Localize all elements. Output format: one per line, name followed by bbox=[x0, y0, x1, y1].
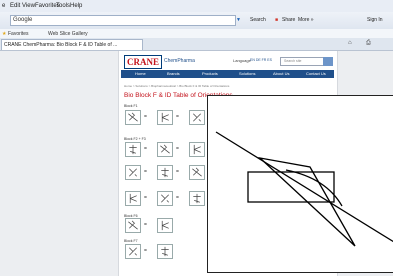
favorites-button[interactable]: Favorites bbox=[8, 31, 29, 37]
menu-edit[interactable]: Edit bbox=[10, 3, 20, 9]
nav-products[interactable]: Products bbox=[202, 71, 218, 76]
menu-help[interactable]: Help bbox=[70, 3, 82, 9]
search-icon[interactable]: ▼ bbox=[236, 17, 241, 23]
orientation-thumbnail[interactable] bbox=[125, 191, 141, 206]
print-icon[interactable]: ⎙ bbox=[366, 40, 371, 47]
equals-sign: = bbox=[176, 146, 179, 152]
crane-logo[interactable]: CRANE bbox=[124, 55, 162, 69]
share-icon[interactable]: ■ bbox=[275, 17, 278, 23]
share-button[interactable]: Share bbox=[282, 17, 295, 23]
orientation-thumbnail[interactable] bbox=[189, 110, 205, 125]
orientation-thumbnail[interactable] bbox=[125, 165, 141, 180]
more-button[interactable]: More » bbox=[298, 17, 314, 23]
nav-home[interactable]: Home bbox=[135, 71, 146, 76]
equals-sign: = bbox=[176, 114, 179, 120]
nav-about-us[interactable]: About Us bbox=[273, 71, 289, 76]
orientation-thumbnail[interactable] bbox=[189, 165, 205, 180]
site-search-placeholder: Search site bbox=[284, 59, 302, 63]
nav-brands[interactable]: Brands bbox=[167, 71, 180, 76]
equals-sign: = bbox=[144, 146, 147, 152]
menu-tools[interactable]: Tools bbox=[56, 3, 70, 9]
equals-sign: = bbox=[144, 169, 147, 175]
equals-sign: = bbox=[176, 169, 179, 175]
orientation-thumbnail[interactable] bbox=[125, 218, 141, 233]
menu-bar: e Edit View Favorites Tools Help bbox=[0, 0, 393, 12]
tab-bar: CRANE ChemPharma: Bio Block F & ID Table… bbox=[0, 38, 393, 51]
web-slice-gallery-link[interactable]: Web Slice Gallery bbox=[48, 31, 88, 37]
orientation-thumbnail[interactable] bbox=[157, 142, 173, 157]
orientation-thumbnail[interactable] bbox=[157, 244, 173, 259]
equals-sign: = bbox=[144, 248, 147, 254]
orientation-thumbnail[interactable] bbox=[157, 191, 173, 206]
home-icon[interactable]: ⌂ bbox=[348, 40, 352, 46]
orientation-thumbnail[interactable] bbox=[157, 165, 173, 180]
section-label: Block F2 + F3 bbox=[124, 137, 146, 141]
equals-sign: = bbox=[144, 222, 147, 228]
orientation-thumbnail[interactable] bbox=[125, 142, 141, 157]
site-search-input[interactable]: Search site bbox=[280, 57, 324, 66]
breadcrumb: Home > Solutions > Biopharmaceutical > B… bbox=[124, 84, 230, 88]
brand-name: ChemPharma bbox=[164, 58, 195, 64]
menu-view[interactable]: View bbox=[22, 3, 35, 9]
language-options[interactable]: EN DE FR ES bbox=[250, 58, 272, 62]
nav-contact-us[interactable]: Contact Us bbox=[306, 71, 326, 76]
menu-file[interactable]: e bbox=[2, 3, 5, 9]
equals-sign: = bbox=[176, 195, 179, 201]
section-label: Block F1 bbox=[124, 104, 138, 108]
address-bar: Google ▼ Search ■ Share More » Sign In bbox=[0, 12, 393, 30]
orientation-thumbnail[interactable] bbox=[157, 110, 173, 125]
equals-sign: = bbox=[144, 195, 147, 201]
google-label: Google bbox=[13, 17, 33, 23]
site-nav: Home Brands Products Solutions About Us … bbox=[121, 70, 334, 78]
search-button[interactable]: Search bbox=[250, 17, 266, 23]
section-label: Block F7 bbox=[124, 239, 138, 243]
sign-in-button[interactable]: Sign In bbox=[367, 17, 383, 23]
nav-solutions[interactable]: Solutions bbox=[239, 71, 255, 76]
orientation-thumbnail[interactable] bbox=[189, 191, 205, 206]
orientation-thumbnail[interactable] bbox=[125, 110, 141, 125]
image-preview-popup[interactable] bbox=[207, 95, 393, 273]
orientation-thumbnail[interactable] bbox=[189, 142, 205, 157]
orientation-thumbnail[interactable] bbox=[157, 218, 173, 233]
valve-drawing bbox=[215, 131, 393, 247]
browser-tab[interactable]: CRANE ChemPharma: Bio Block F & ID Table… bbox=[1, 39, 143, 50]
language-label: Language bbox=[233, 58, 251, 63]
google-search-box[interactable]: Google bbox=[10, 15, 236, 26]
orientation-thumbnail[interactable] bbox=[125, 244, 141, 259]
star-icon: ★ bbox=[2, 31, 7, 37]
site-search-button[interactable] bbox=[323, 57, 333, 66]
equals-sign: = bbox=[144, 114, 147, 120]
